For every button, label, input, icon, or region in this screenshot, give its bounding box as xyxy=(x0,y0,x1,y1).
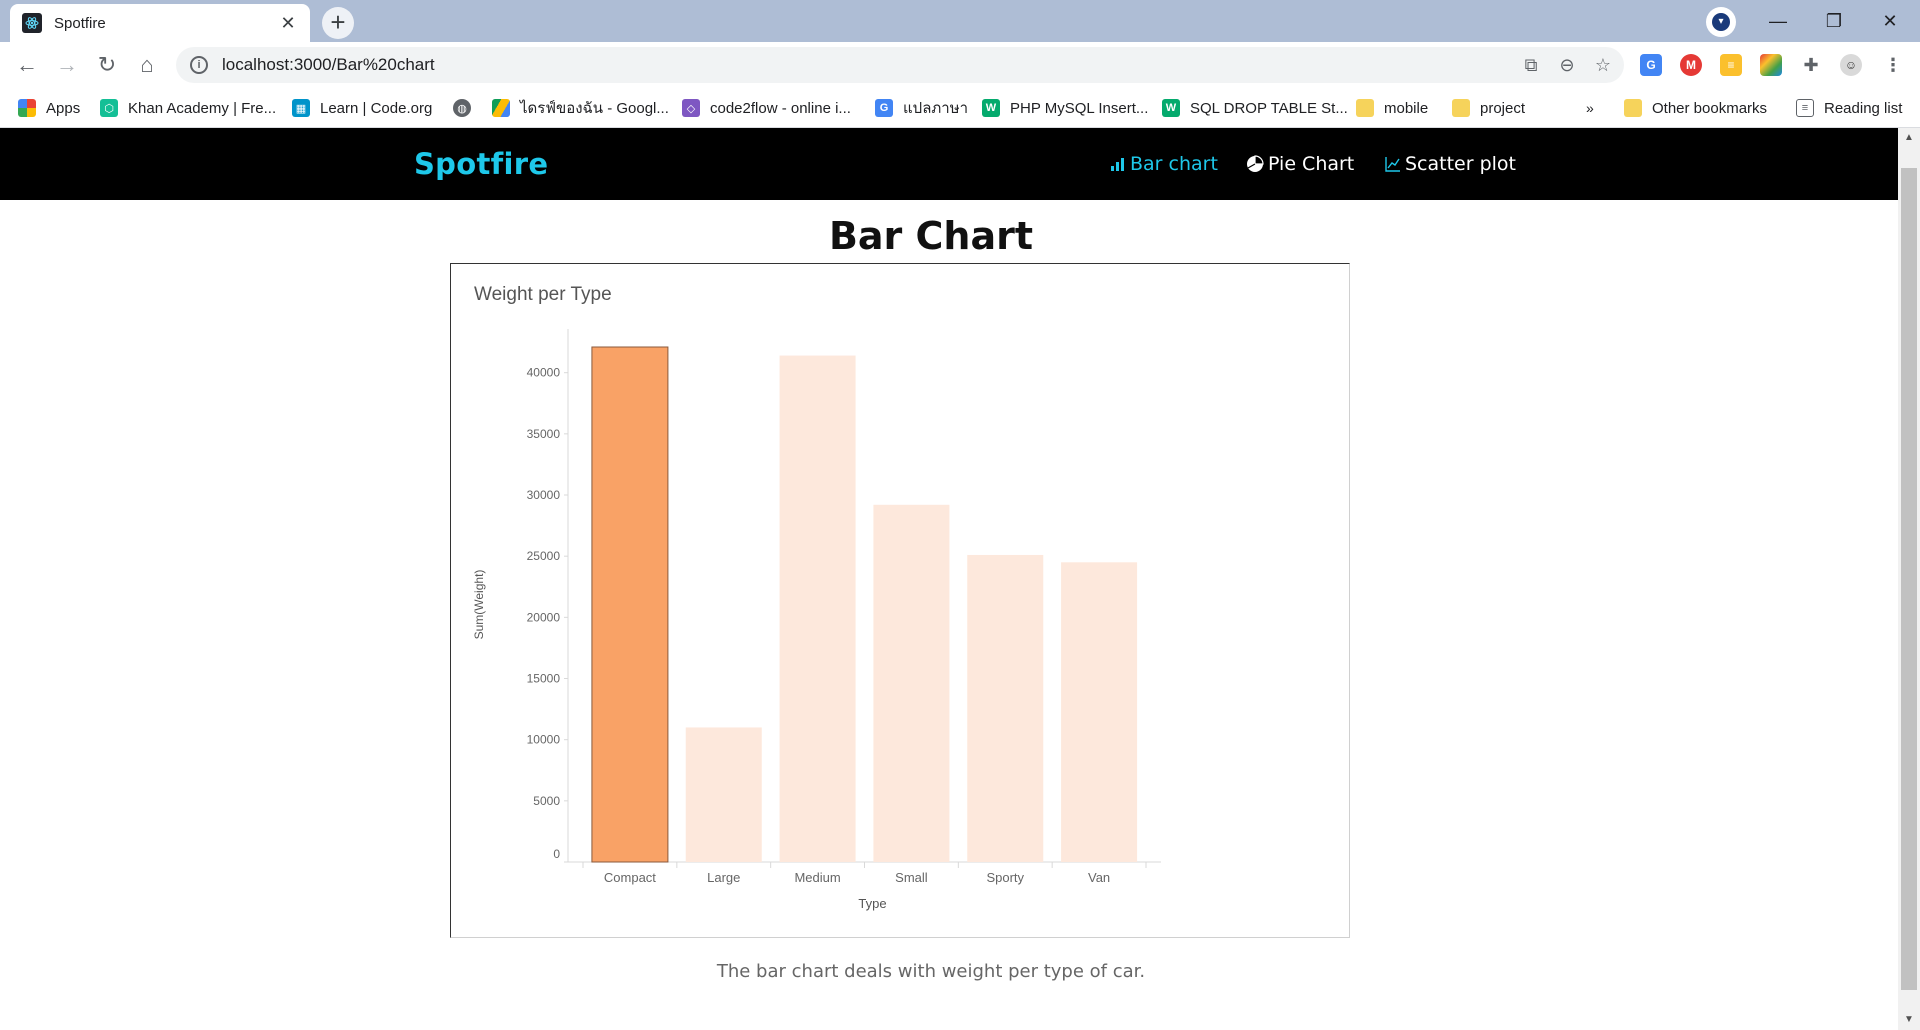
url-text[interactable]: localhost:3000/Bar%20chart xyxy=(222,55,1516,75)
browser-toolbar: ← → ↻ ⌂ i localhost:3000/Bar%20chart ⧉ ⊖… xyxy=(0,42,1920,88)
bookmark-apps[interactable]: Apps xyxy=(18,97,80,119)
y-tick-label: 20000 xyxy=(527,610,561,624)
bookmark-google-drive[interactable]: ไดรฟ์ของฉัน - Googl... xyxy=(492,97,669,119)
x-axis-title: Type xyxy=(858,896,886,911)
folder-icon xyxy=(1356,99,1374,117)
chart-caption: The bar chart deals with weight per type… xyxy=(716,961,1146,982)
y-tick-label: 5000 xyxy=(533,794,560,808)
bookmarks-bar: Apps ⬡ Khan Academy | Fre... ▦ Learn | C… xyxy=(0,88,1920,128)
x-tick-label: Compact xyxy=(604,870,656,885)
extensions-puzzle-icon[interactable]: ✚ xyxy=(1800,54,1822,76)
bar-sporty xyxy=(967,554,1044,862)
google-translate-icon: G xyxy=(875,99,893,117)
folder-icon xyxy=(1452,99,1470,117)
address-bar[interactable]: i localhost:3000/Bar%20chart ⧉ ⊖ ☆ xyxy=(176,47,1624,83)
bar-chart[interactable]: 0 5000 10000 15000 20000 25000 30000 35000 40000… xyxy=(451,264,1349,936)
minimize-icon[interactable]: — xyxy=(1750,0,1806,42)
new-tab-button[interactable]: + xyxy=(322,7,354,39)
nav-scatter-plot[interactable]: Scatter plot xyxy=(1385,146,1516,182)
tab-close-icon[interactable]: ✕ xyxy=(278,13,298,34)
y-tick-label: 30000 xyxy=(527,488,561,502)
bar-van xyxy=(1061,562,1138,862)
profile-avatar-icon[interactable]: ☺ xyxy=(1840,54,1862,76)
menu-kebab-icon[interactable]: ⋮ xyxy=(1882,54,1904,76)
page-viewport: Spotfire Bar chart Pie Chart Scatter plo xyxy=(0,128,1898,1030)
brand-logo[interactable]: Spotfire xyxy=(414,138,548,190)
y-tick-label: 35000 xyxy=(527,427,561,441)
bookmark-sql-drop[interactable]: W SQL DROP TABLE St... xyxy=(1162,97,1348,119)
scroll-up-icon[interactable]: ▲ xyxy=(1898,128,1920,148)
page-scrollbar[interactable]: ▲ ▼ xyxy=(1898,128,1920,1030)
bar-large xyxy=(685,727,762,862)
scatter-plot-icon xyxy=(1385,157,1400,172)
zoom-icon[interactable]: ⊖ xyxy=(1552,50,1582,80)
folder-icon xyxy=(1624,99,1642,117)
browser-chrome: Spotfire ✕ + ▾ — ❐ ✕ ← → ↻ ⌂ i localhost… xyxy=(0,0,1920,128)
x-tick-label: Large xyxy=(707,870,740,885)
w3schools-icon: W xyxy=(1162,99,1180,117)
bookmark-folder-project[interactable]: project xyxy=(1452,97,1525,119)
scrollbar-thumb[interactable] xyxy=(1901,168,1917,990)
extension-yellow-icon[interactable]: ≡ xyxy=(1720,54,1742,76)
bar-chart-icon xyxy=(1111,158,1124,171)
extension-color-icon[interactable] xyxy=(1760,54,1782,76)
nav-pie-chart[interactable]: Pie Chart xyxy=(1246,146,1354,182)
google-translate-ext-icon[interactable]: G xyxy=(1640,54,1662,76)
mcafee-ext-icon[interactable]: M xyxy=(1680,54,1702,76)
reading-list-button[interactable]: ≡ Reading list xyxy=(1796,97,1902,119)
app-navbar: Spotfire Bar chart Pie Chart Scatter plo xyxy=(0,128,1898,200)
bookmarks-overflow-button[interactable]: » xyxy=(1586,97,1594,119)
w3schools-icon: W xyxy=(982,99,1000,117)
bar-small xyxy=(873,504,950,862)
pie-chart-icon xyxy=(1247,155,1264,172)
apps-grid-icon xyxy=(18,99,36,117)
scroll-down-icon[interactable]: ▼ xyxy=(1898,1010,1920,1030)
x-tick-label: Small xyxy=(895,870,928,885)
forward-icon[interactable]: → xyxy=(50,48,84,82)
y-axis-title: Sum(Weight) xyxy=(472,570,486,640)
chart-card: Weight per Type 0 5000 10000 15000 20000 2500… xyxy=(450,263,1350,938)
nav-bar-chart[interactable]: Bar chart xyxy=(1110,146,1218,182)
globe-icon: ◍ xyxy=(453,99,471,117)
x-tick-label: Medium xyxy=(794,870,840,885)
bookmark-other-bookmarks[interactable]: Other bookmarks xyxy=(1624,97,1767,119)
reload-icon[interactable]: ↻ xyxy=(90,48,124,82)
bookmark-code-org[interactable]: ▦ Learn | Code.org xyxy=(292,97,432,119)
home-icon[interactable]: ⌂ xyxy=(130,48,164,82)
bar-compact xyxy=(591,346,669,863)
x-tick-label: Van xyxy=(1088,870,1110,885)
translate-icon[interactable]: ⧉ xyxy=(1516,50,1546,80)
bookmark-code2flow[interactable]: ◇ code2flow - online i... xyxy=(682,97,851,119)
y-tick-label: 0 xyxy=(553,847,560,861)
bookmark-folder-mobile[interactable]: mobile xyxy=(1356,97,1428,119)
code-org-icon: ▦ xyxy=(292,99,310,117)
bookmark-khan-academy[interactable]: ⬡ Khan Academy | Fre... xyxy=(100,97,276,119)
y-tick-label: 15000 xyxy=(527,672,561,686)
khan-academy-icon: ⬡ xyxy=(100,99,118,117)
bookmark-php-mysql[interactable]: W PHP MySQL Insert... xyxy=(982,97,1148,119)
y-tick-label: 25000 xyxy=(527,549,561,563)
bookmark-globe[interactable]: ◍ xyxy=(453,97,481,119)
restore-icon[interactable]: ❐ xyxy=(1806,0,1862,42)
y-tick-label: 40000 xyxy=(527,366,561,380)
page-title: Bar Chart xyxy=(828,214,1034,258)
window-close-icon[interactable]: ✕ xyxy=(1862,0,1918,42)
react-icon xyxy=(22,13,42,33)
tab-title: Spotfire xyxy=(54,14,106,32)
code2flow-icon: ◇ xyxy=(682,99,700,117)
bar-medium xyxy=(779,355,856,862)
tab-spotfire[interactable]: Spotfire ✕ xyxy=(10,4,310,42)
bookmark-translate[interactable]: G แปลภาษา xyxy=(875,97,968,119)
reading-list-icon: ≡ xyxy=(1796,99,1814,117)
x-tick-label: Sporty xyxy=(986,870,1024,885)
y-tick-label: 10000 xyxy=(527,733,561,747)
google-drive-icon xyxy=(492,99,510,117)
tab-strip: Spotfire ✕ + ▾ — ❐ ✕ xyxy=(0,0,1920,42)
profile-chip-icon[interactable]: ▾ xyxy=(1706,7,1736,37)
site-info-icon[interactable]: i xyxy=(190,56,208,74)
bookmark-star-icon[interactable]: ☆ xyxy=(1588,50,1618,80)
back-icon[interactable]: ← xyxy=(10,48,44,82)
